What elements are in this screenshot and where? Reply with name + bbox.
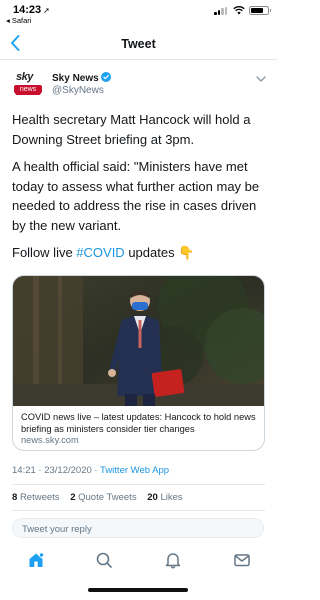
hashtag-link[interactable]: #COVID <box>76 245 124 260</box>
back-to-safari-link[interactable]: ◂ Safari <box>6 16 31 25</box>
tweet-source-link[interactable]: Twitter Web App <box>100 465 169 476</box>
signal-icon <box>214 7 228 15</box>
nav-header: Tweet <box>0 28 277 60</box>
tab-bar <box>0 545 277 581</box>
notifications-icon[interactable] <box>164 551 182 569</box>
location-arrow-icon: ➚ <box>43 6 50 15</box>
pointing-down-emoji: 👇 <box>178 245 195 260</box>
divider <box>12 510 265 511</box>
sky-news-logo-bottom: news <box>14 85 42 95</box>
quote-tweets-stat[interactable]: 2 Quote Tweets <box>70 492 136 503</box>
tweet-paragraph: Follow live #COVID updates 👇 <box>12 245 195 260</box>
tweet-timestamp: 14:21 · 23/12/2020 · <box>12 465 101 476</box>
card-domain: news.sky.com <box>21 435 79 445</box>
home-icon[interactable] <box>27 551 45 569</box>
tweet-paragraph: A health official said: "Ministers have … <box>12 159 260 233</box>
tweet-meta: 14:21 · 23/12/2020 · Twitter Web App <box>12 465 169 476</box>
divider <box>12 484 265 485</box>
author-handle[interactable]: @SkyNews <box>52 85 104 96</box>
avatar[interactable]: sky news <box>12 68 44 100</box>
page-title: Tweet <box>121 37 156 51</box>
battery-icon <box>249 6 271 15</box>
likes-stat[interactable]: 20 Likes <box>147 492 182 503</box>
chevron-down-icon[interactable] <box>255 74 267 84</box>
tweet-author: sky news Sky News @SkyNews <box>12 68 267 102</box>
man-walking-photo <box>13 276 264 406</box>
home-indicator[interactable] <box>88 588 188 592</box>
wifi-icon <box>233 6 245 15</box>
reply-box[interactable] <box>12 518 264 539</box>
tweet-stats: 8 Retweets 2 Quote Tweets 20 Likes <box>12 492 191 503</box>
tweet-text: Health secretary Matt Hancock will hold … <box>12 110 268 271</box>
status-bar: 14:23 ➚ ◂ Safari <box>0 0 277 26</box>
reply-input[interactable] <box>13 520 263 539</box>
messages-icon[interactable] <box>233 551 251 569</box>
search-icon[interactable] <box>95 551 113 569</box>
sky-news-logo-top: sky <box>16 71 33 83</box>
card-title: COVID news live – latest updates: Hancoc… <box>21 412 256 434</box>
card-body: COVID news live – latest updates: Hancoc… <box>13 407 264 450</box>
tweet-paragraph: Health secretary Matt Hancock will hold … <box>12 112 251 147</box>
author-name[interactable]: Sky News <box>52 72 111 84</box>
status-time: 14:23 ➚ <box>13 4 50 16</box>
retweets-stat[interactable]: 8 Retweets <box>12 492 60 503</box>
card-image <box>13 276 264 406</box>
verified-badge-icon <box>100 72 111 82</box>
link-card[interactable]: COVID news live – latest updates: Hancoc… <box>12 275 265 451</box>
